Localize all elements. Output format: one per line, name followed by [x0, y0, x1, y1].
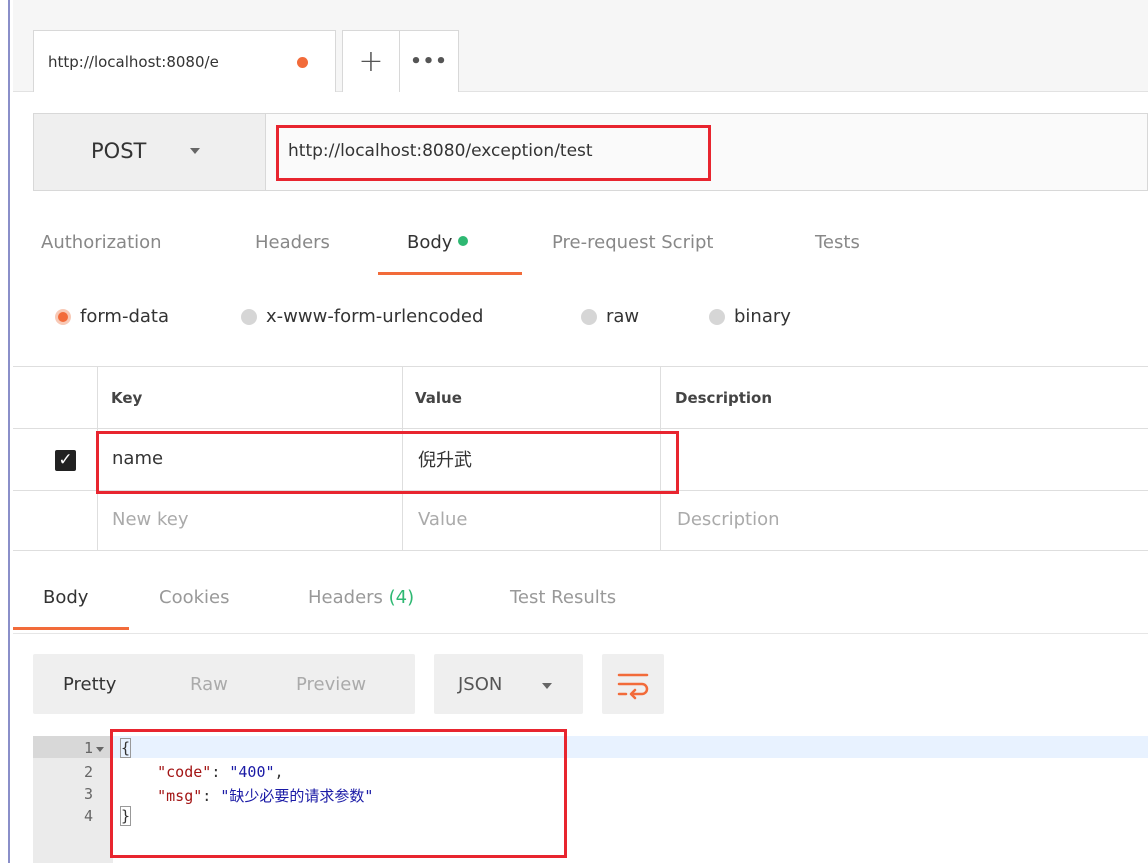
column-divider — [402, 367, 403, 551]
tab-authorization[interactable]: Authorization — [41, 232, 162, 253]
window-edge — [8, 0, 10, 863]
line-number: 4 — [83, 807, 93, 825]
active-tab-underline — [378, 272, 522, 275]
column-header-key: Key — [111, 389, 143, 407]
tab-body-label: Body — [407, 232, 453, 253]
row-key-cell[interactable]: name — [112, 448, 163, 469]
json-key: "code" — [157, 763, 212, 781]
ellipsis-icon: ••• — [410, 51, 448, 72]
response-tab-cookies[interactable]: Cookies — [159, 587, 229, 608]
column-header-value: Value — [415, 389, 462, 407]
line-number: 3 — [83, 785, 93, 803]
radio-label: x-www-form-urlencoded — [266, 306, 484, 327]
line-number: 2 — [83, 763, 93, 781]
new-key-input[interactable]: New key — [112, 509, 189, 530]
view-pretty-button[interactable]: Pretty — [63, 674, 116, 695]
request-tab-label: http://localhost:8080/e — [48, 53, 219, 71]
radio-icon — [709, 308, 725, 325]
tab-pre-request-script[interactable]: Pre-request Script — [552, 232, 713, 253]
more-tabs-button[interactable]: ••• — [399, 30, 459, 92]
radio-form-data[interactable]: form-data — [55, 306, 169, 327]
response-tab-test-results[interactable]: Test Results — [510, 587, 616, 608]
checkmark-icon: ✓ — [58, 450, 73, 470]
code-line-4: } — [119, 806, 132, 826]
radio-binary[interactable]: binary — [709, 306, 791, 327]
url-input[interactable]: http://localhost:8080/exception/test — [288, 141, 593, 161]
plus-icon: + — [358, 44, 384, 79]
radio-label: form-data — [80, 306, 170, 327]
fold-caret-icon[interactable] — [96, 747, 104, 752]
tab-tests[interactable]: Tests — [815, 232, 860, 253]
view-preview-button[interactable]: Preview — [296, 674, 366, 695]
view-raw-button[interactable]: Raw — [190, 674, 228, 695]
method-dropdown[interactable]: POST — [34, 114, 266, 190]
code-line-3: "msg": "缺少必要的请求参数" — [157, 787, 374, 805]
json-value: "400" — [229, 763, 275, 781]
radio-x-www-form-urlencoded[interactable]: x-www-form-urlencoded — [241, 306, 483, 327]
chevron-down-icon — [190, 148, 200, 154]
column-divider — [97, 367, 98, 551]
new-tab-button[interactable]: + — [342, 30, 400, 92]
json-value: "缺少必要的请求参数" — [220, 787, 374, 805]
format-label: JSON — [458, 674, 503, 695]
column-divider — [660, 367, 661, 551]
table-row: name 倪升武 — [13, 429, 1148, 491]
radio-label: raw — [606, 306, 640, 327]
response-tabs: Body Cookies Headers (4) Test Results — [13, 578, 1148, 634]
body-type-selector: form-data x-www-form-urlencoded raw bina… — [13, 300, 1148, 342]
radio-icon — [581, 308, 597, 325]
line-number: 1 — [83, 739, 93, 757]
request-tabs: Authorization Headers Body Pre-request S… — [13, 222, 1148, 277]
tab-body[interactable]: Body — [407, 232, 469, 253]
code-line-1: { — [119, 738, 132, 758]
new-description-input[interactable]: Description — [677, 509, 780, 530]
params-table: Key Value Description name 倪升武 New key V… — [13, 366, 1148, 551]
active-line-highlight — [33, 736, 1148, 758]
response-tab-headers[interactable]: Headers (4) — [308, 587, 414, 608]
url-bar: POST http://localhost:8080/exception/tes… — [33, 113, 1148, 191]
column-header-description: Description — [675, 389, 773, 407]
radio-selected-icon — [55, 308, 71, 325]
chevron-down-icon — [542, 683, 552, 689]
radio-raw[interactable]: raw — [581, 306, 639, 327]
wrap-lines-icon — [617, 673, 649, 700]
row-value-cell[interactable]: 倪升武 — [418, 446, 472, 472]
tab-headers[interactable]: Headers — [255, 232, 330, 253]
json-key: "msg" — [157, 787, 203, 805]
format-dropdown[interactable]: JSON — [434, 654, 583, 714]
response-tab-body[interactable]: Body — [43, 587, 88, 608]
row-enabled-checkbox[interactable]: ✓ — [55, 450, 76, 471]
unsaved-indicator-dot — [297, 57, 308, 68]
response-body-editor[interactable]: 1 2 3 4 { "code": "400", "msg": "缺少必要的请求… — [33, 736, 1148, 863]
response-tab-headers-label: Headers — [308, 587, 383, 608]
view-mode-segmented-control: Pretty Raw Preview — [33, 654, 415, 714]
radio-label: binary — [734, 306, 791, 327]
request-tab[interactable]: http://localhost:8080/e — [33, 30, 336, 92]
headers-count-badge: (4) — [388, 587, 415, 608]
code-line-2: "code": "400", — [157, 763, 284, 781]
method-label: POST — [91, 139, 147, 163]
active-dot-icon — [458, 236, 469, 246]
radio-icon — [241, 308, 257, 325]
active-response-tab-underline — [13, 627, 129, 630]
table-header-row: Key Value Description — [13, 367, 1148, 429]
wrap-lines-button[interactable] — [602, 654, 664, 714]
table-row-new: New key Value Description — [13, 491, 1148, 551]
new-value-input[interactable]: Value — [418, 509, 467, 530]
